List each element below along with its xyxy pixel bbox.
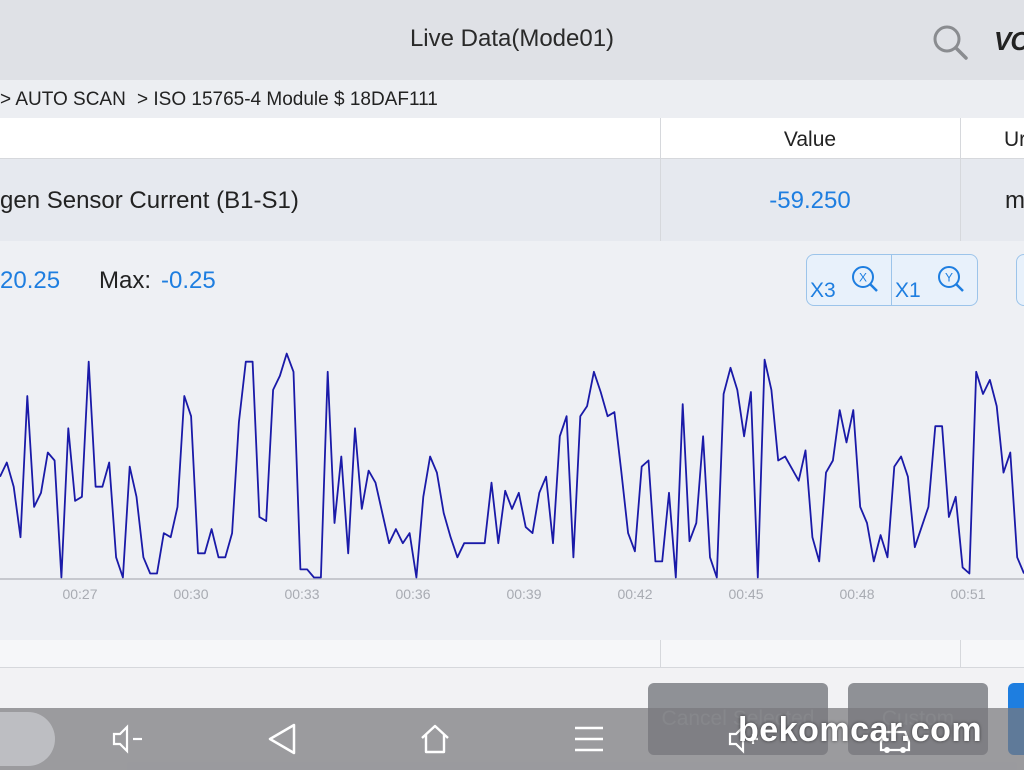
app-header: Live Data(Mode01) VC [0, 0, 1024, 80]
x-tick-label: 00:30 [173, 586, 208, 602]
column-divider [960, 159, 961, 241]
x-tick-label: 00:33 [284, 586, 319, 602]
live-data-chart: 00:27 00:30 00:33 00:36 00:39 00:42 00:45 00:48… [0, 352, 1024, 602]
search-icon[interactable] [930, 22, 970, 62]
home-icon[interactable] [412, 716, 458, 762]
breadcrumb: > AUTO SCAN > ISO 15765-4 Module $ 18DAF… [0, 80, 1024, 118]
brand-logo: VC [994, 26, 1024, 56]
x-tick-label: 00:48 [839, 586, 874, 602]
column-divider [960, 118, 961, 158]
watermark: bekomcar.com [738, 711, 983, 749]
x-tick-label: 00:51 [950, 586, 985, 602]
breadcrumb-module[interactable]: > ISO 15765-4 Module $ 18DAF111 [137, 89, 438, 111]
series-line [0, 352, 1024, 579]
floating-nav-pill[interactable] [0, 712, 55, 766]
unit-column-header: Ur [1004, 128, 1024, 151]
x-tick-label: 00:39 [506, 586, 541, 602]
breadcrumb-auto-scan[interactable]: > AUTO SCAN [0, 89, 126, 111]
x-tick-label: 00:27 [62, 586, 97, 602]
menu-icon[interactable] [566, 716, 612, 762]
column-divider [660, 640, 661, 667]
x-tick-label: 00:42 [617, 586, 652, 602]
table-row[interactable]: gen Sensor Current (B1-S1) -59.250 m [0, 159, 1024, 241]
x-tick-label: 00:36 [395, 586, 430, 602]
table-header: Value Ur [0, 118, 1024, 159]
pid-unit: m [1005, 187, 1024, 214]
x-tick-label: 00:45 [728, 586, 763, 602]
column-divider [960, 640, 961, 667]
page-title: Live Data(Mode01) [409, 25, 615, 52]
value-column-header: Value [783, 128, 837, 151]
pid-name: gen Sensor Current (B1-S1) [0, 187, 299, 214]
volume-down-icon[interactable] [104, 716, 150, 762]
back-icon[interactable] [260, 716, 306, 762]
table-spacer-row [0, 640, 1024, 668]
pid-value: -59.250 [769, 187, 851, 214]
